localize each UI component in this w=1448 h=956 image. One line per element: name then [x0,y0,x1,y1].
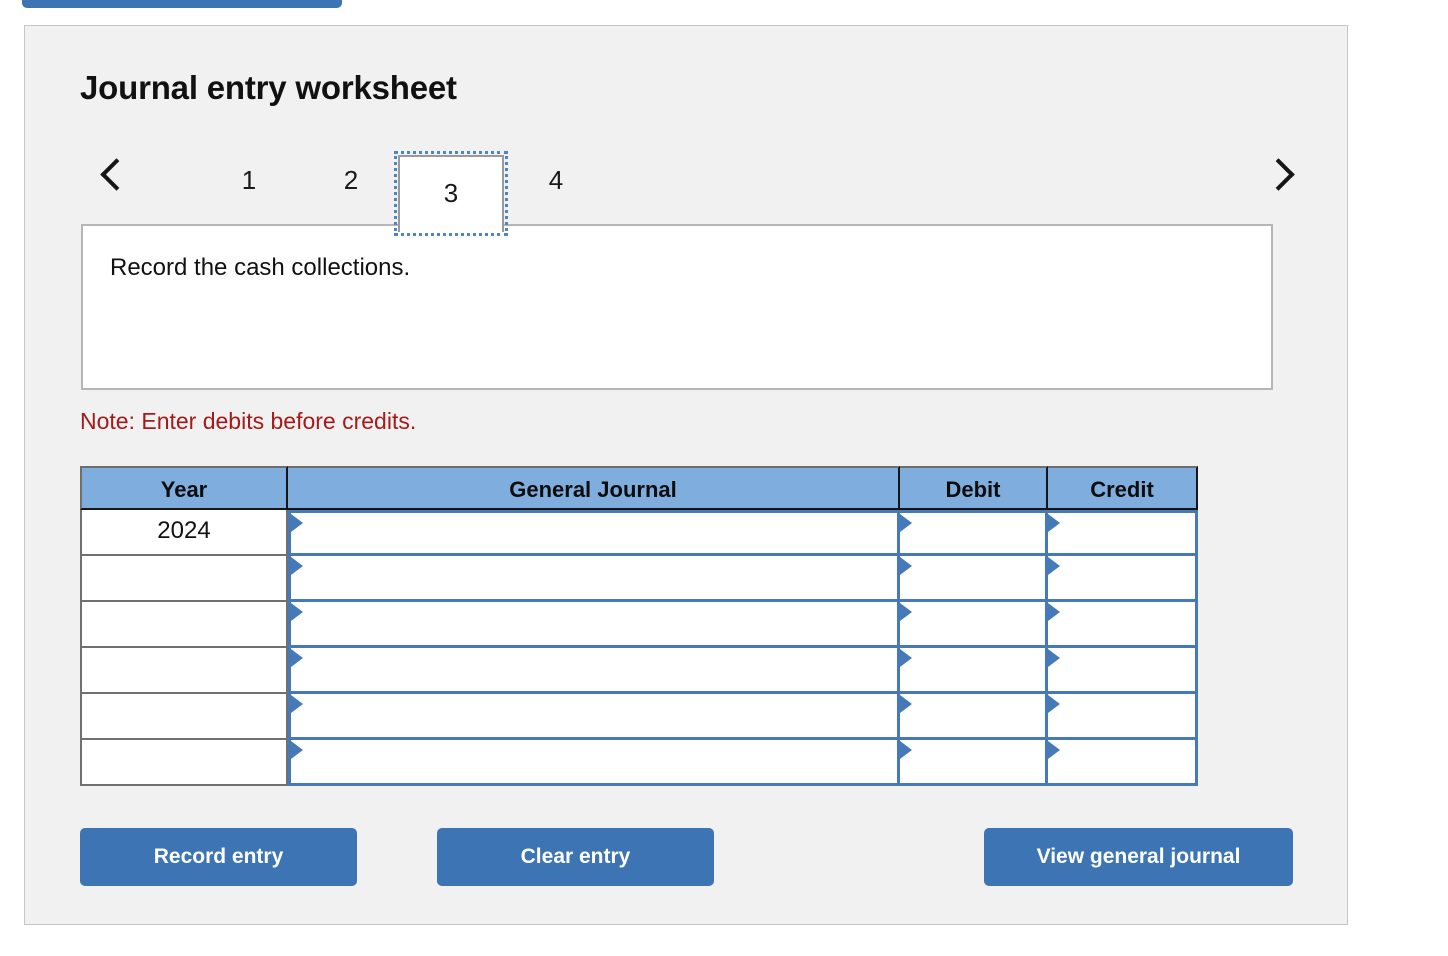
top-action-bar-stub[interactable] [22,0,342,8]
journal-entry-worksheet-card: Journal entry worksheet 1 2 3 4 Record t… [24,25,1348,925]
column-header-debit: Debit [900,466,1048,510]
general-journal-input[interactable] [288,602,900,648]
table-row [80,648,1198,694]
dropdown-triangle-icon [1048,603,1060,621]
worksheet-tab-1[interactable]: 1 [221,156,277,204]
debit-input[interactable] [900,694,1048,740]
dropdown-triangle-icon [1048,649,1060,667]
debit-input[interactable] [900,648,1048,694]
dropdown-triangle-icon [900,603,912,621]
view-general-journal-button[interactable]: View general journal [984,828,1293,886]
dropdown-triangle-icon [291,603,303,621]
dropdown-triangle-icon [291,741,303,759]
dropdown-triangle-icon [900,514,912,532]
debit-input[interactable] [900,556,1048,602]
credit-input[interactable] [1048,602,1198,648]
dropdown-triangle-icon [1048,514,1060,532]
year-cell[interactable] [80,648,288,694]
journal-entry-table: Year General Journal Debit Credit 2024 [80,466,1198,786]
transaction-prompt-box: Record the cash collections. [81,224,1273,390]
year-cell[interactable] [80,556,288,602]
worksheet-tab-2[interactable]: 2 [323,156,379,204]
dropdown-triangle-icon [291,649,303,667]
column-header-general-journal: General Journal [288,466,900,510]
table-header-row: Year General Journal Debit Credit [80,466,1198,510]
chevron-left-glyph [100,158,133,191]
page-title: Journal entry worksheet [80,69,457,106]
general-journal-input[interactable] [288,740,900,786]
credit-input[interactable] [1048,510,1198,556]
general-journal-input[interactable] [288,694,900,740]
dropdown-triangle-icon [291,557,303,575]
dropdown-triangle-icon [291,695,303,713]
dropdown-triangle-icon [900,649,912,667]
column-header-credit: Credit [1048,466,1198,510]
year-cell[interactable]: 2024 [80,510,288,556]
year-cell[interactable] [80,740,288,786]
chevron-right-glyph [1262,158,1295,191]
dropdown-triangle-icon [1048,557,1060,575]
debit-input[interactable] [900,740,1048,786]
debits-before-credits-note: Note: Enter debits before credits. [80,408,417,434]
general-journal-input[interactable] [288,510,900,556]
transaction-prompt-text: Record the cash collections. [110,254,411,281]
debit-input[interactable] [900,602,1048,648]
debit-input[interactable] [900,510,1048,556]
column-header-year: Year [80,466,288,510]
year-cell[interactable] [80,602,288,648]
table-row [80,740,1198,786]
dropdown-triangle-icon [1048,741,1060,759]
record-entry-button[interactable]: Record entry [80,828,357,886]
general-journal-input[interactable] [288,556,900,602]
dropdown-triangle-icon [291,514,303,532]
dropdown-triangle-icon [900,741,912,759]
dropdown-triangle-icon [1048,695,1060,713]
year-cell[interactable] [80,694,288,740]
credit-input[interactable] [1048,740,1198,786]
chevron-right-icon[interactable] [1255,152,1299,204]
table-row: 2024 [80,510,1198,556]
general-journal-input[interactable] [288,648,900,694]
worksheet-tab-3[interactable]: 3 [394,151,508,236]
worksheet-tab-4[interactable]: 4 [528,156,584,204]
table-row [80,694,1198,740]
table-row [80,602,1198,648]
clear-entry-button[interactable]: Clear entry [437,828,714,886]
chevron-left-icon[interactable] [93,152,137,204]
worksheet-tab-strip: 1 2 3 4 [73,134,1301,236]
dropdown-triangle-icon [900,695,912,713]
credit-input[interactable] [1048,694,1198,740]
credit-input[interactable] [1048,648,1198,694]
table-row [80,556,1198,602]
dropdown-triangle-icon [900,557,912,575]
credit-input[interactable] [1048,556,1198,602]
